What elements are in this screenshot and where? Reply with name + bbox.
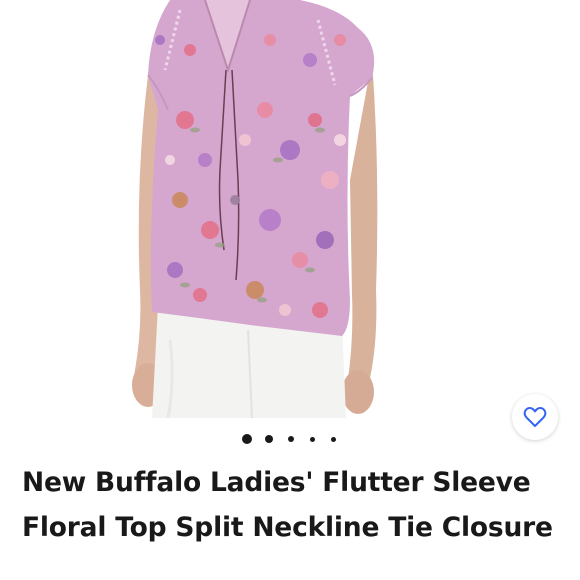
listing-page: New Buffalo Ladies' Flutter Sleeve Flora… bbox=[0, 0, 580, 580]
pagination-dot-4[interactable] bbox=[310, 436, 315, 442]
pagination-dot-1[interactable] bbox=[242, 434, 252, 444]
listing-title: New Buffalo Ladies' Flutter Sleeve Flora… bbox=[22, 467, 553, 543]
pagination-dot-3[interactable] bbox=[288, 436, 294, 442]
pagination-dot-2[interactable] bbox=[265, 435, 273, 443]
image-pagination bbox=[0, 432, 580, 446]
product-image[interactable] bbox=[0, 0, 580, 418]
heart-outline-icon bbox=[523, 406, 547, 427]
product-photo-illustration bbox=[132, 0, 378, 418]
pagination-dot-5[interactable] bbox=[331, 436, 336, 442]
